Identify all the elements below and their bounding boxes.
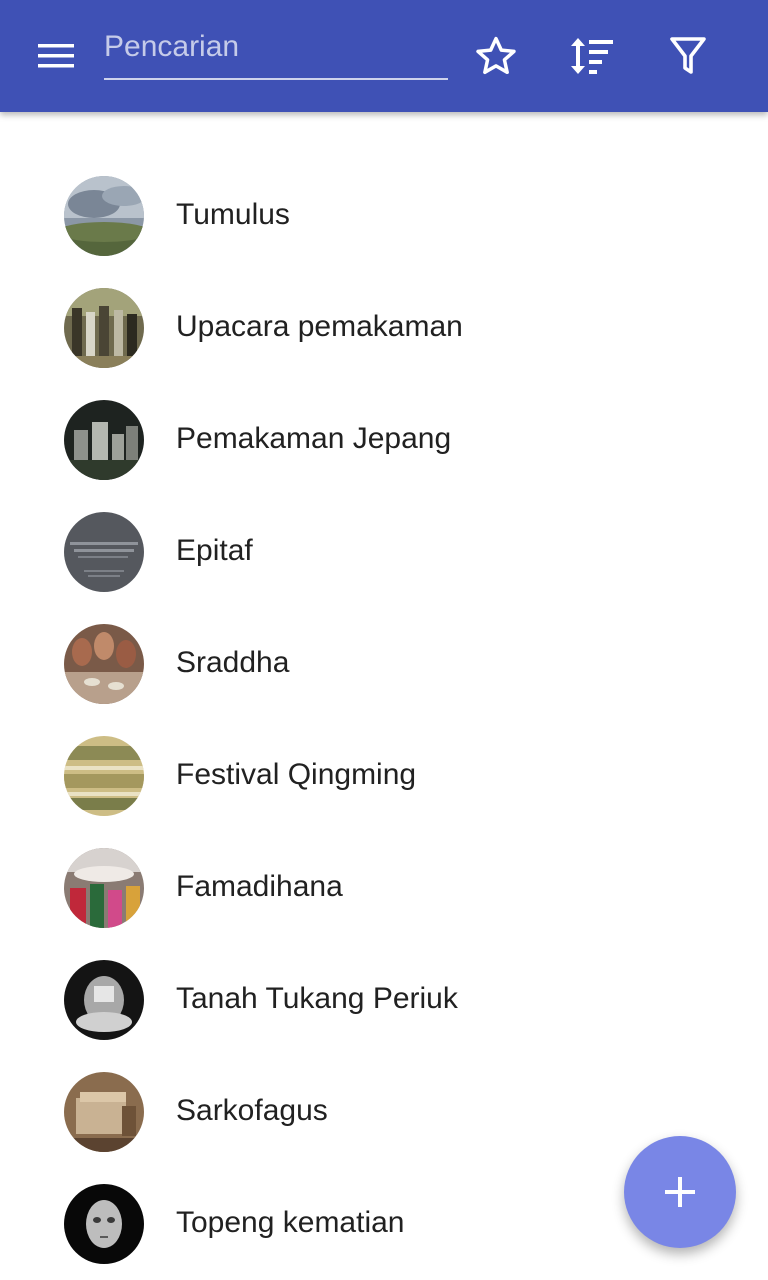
sort-button[interactable] (564, 28, 620, 84)
favorites-button[interactable] (468, 28, 524, 84)
list-item[interactable]: Pemakaman Jepang (0, 384, 768, 496)
item-label: Epitaf (176, 534, 253, 567)
thumbnail-image (64, 512, 144, 592)
list-item[interactable]: Tanah Tukang Periuk (0, 944, 768, 1056)
thumbnail-image (64, 960, 144, 1040)
thumbnail-image (64, 176, 144, 256)
thumbnail-image (64, 288, 144, 368)
search-input[interactable] (104, 26, 448, 80)
thumbnail-image (64, 1184, 144, 1264)
item-label: Pemakaman Jepang (176, 422, 452, 455)
article-list: Tumulus Upacara pemakaman Pemakaman Jepa… (0, 160, 768, 1280)
list-item[interactable]: Upacara pemakaman (0, 272, 768, 384)
list-item[interactable]: Festival Qingming (0, 720, 768, 832)
menu-icon (38, 44, 74, 68)
item-label: Tumulus (176, 198, 290, 231)
item-label: Sarkofagus (176, 1094, 328, 1127)
item-label: Famadihana (176, 870, 343, 903)
list-item[interactable]: Sraddha (0, 608, 768, 720)
plus-icon (665, 1177, 695, 1207)
star-outline-icon (476, 36, 516, 75)
search-field (104, 26, 448, 82)
item-label: Upacara pemakaman (176, 310, 463, 343)
filter-button[interactable] (660, 28, 716, 84)
list-item[interactable]: Tumulus (0, 160, 768, 272)
menu-button[interactable] (24, 32, 88, 80)
thumbnail-image (64, 1072, 144, 1152)
thumbnail-image (64, 400, 144, 480)
thumbnail-image (64, 736, 144, 816)
thumbnail-image (64, 848, 144, 928)
list-item[interactable]: Famadihana (0, 832, 768, 944)
item-label: Topeng kematian (176, 1206, 405, 1239)
list-item[interactable]: Epitaf (0, 496, 768, 608)
sort-icon (571, 38, 613, 74)
item-label: Tanah Tukang Periuk (176, 982, 458, 1015)
filter-icon (670, 37, 706, 74)
app-bar (0, 0, 768, 112)
thumbnail-image (64, 624, 144, 704)
item-label: Festival Qingming (176, 758, 417, 791)
item-label: Sraddha (176, 646, 290, 679)
add-button[interactable] (624, 1136, 736, 1248)
